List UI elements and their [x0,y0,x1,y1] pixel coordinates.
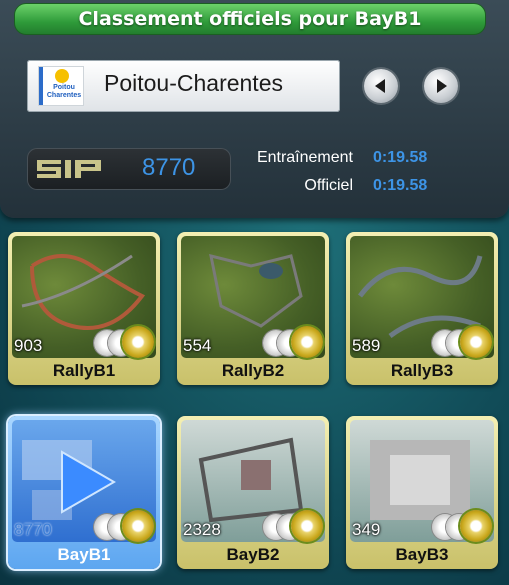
track-name: RallyB1 [52,361,116,380]
track-tile-rallyb3[interactable]: 589 RallyB3 [346,232,498,385]
sp-logo-icon [37,160,101,178]
training-label: Entraînement [256,149,353,166]
track-tile-bayb3[interactable]: 349 BayB3 [346,416,498,569]
track-record-count: 903 [14,336,43,355]
track-name: RallyB3 [390,361,454,380]
medals-icon [432,324,492,358]
arrow-left-icon [375,79,385,93]
region-name: Poitou-Charentes [104,70,283,96]
official-label: Officiel [304,177,353,194]
track-tile-bayb1[interactable]: 8770 BayB1 [8,416,160,569]
medals-icon [94,508,154,542]
track-name: BayB3 [395,545,449,564]
medals-icon [263,508,323,542]
track-tile-bayb2[interactable]: 2328 BayB2 [177,416,329,569]
next-region-button[interactable] [424,69,458,103]
medals-icon [94,324,154,358]
track-name: BayB1 [57,545,111,564]
previous-region-button[interactable] [364,69,398,103]
track-record-count: 589 [352,336,381,355]
track-record-count: 2328 [183,520,221,539]
training-time: 0:19.58 [373,149,428,166]
page-title: Classement officiels pour BayB1 [14,3,486,35]
arrow-right-icon [437,79,447,93]
sp-value: 8770 [142,154,196,181]
region-selector[interactable]: Poitou Charentes Poitou-Charentes [27,60,340,112]
region-logo: Poitou Charentes [39,67,83,105]
medals-icon [263,324,323,358]
track-tile-rallyb1[interactable]: 903 RallyB1 [8,232,160,385]
track-tile-rallyb2[interactable]: 554 RallyB2 [177,232,329,385]
track-record-count: 8770 [14,520,52,539]
sp-score-box: 8770 [27,148,231,190]
track-name: BayB2 [226,545,280,564]
track-record-count: 554 [183,336,212,355]
official-time: 0:19.58 [373,177,428,194]
play-icon [61,450,117,514]
track-name: RallyB2 [221,361,285,380]
track-record-count: 349 [352,520,381,539]
medals-icon [432,508,492,542]
header-panel: Classement officiels pour BayB1 Poitou C… [0,0,509,218]
